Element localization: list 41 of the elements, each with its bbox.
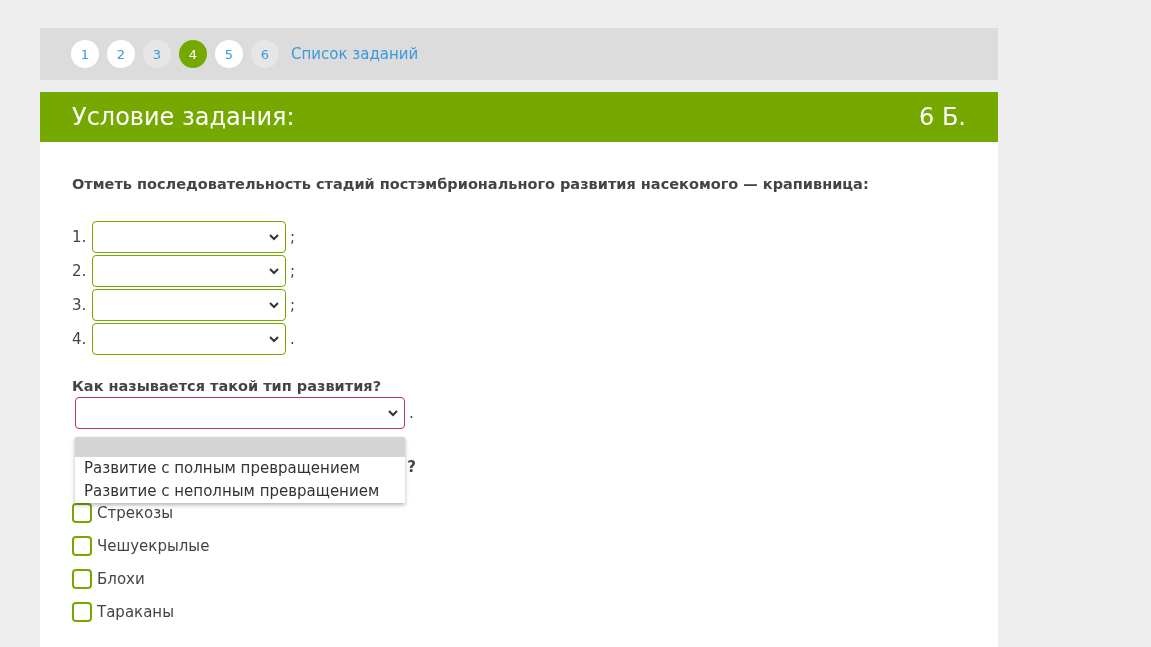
chevron-icon	[269, 335, 279, 343]
chevron-icon	[269, 301, 279, 309]
checkbox[interactable]	[72, 568, 92, 589]
checkbox-label: Чешуекрылые	[97, 536, 210, 555]
punctuation: .	[409, 404, 414, 422]
page-button[interactable]: 4	[179, 40, 207, 68]
item-number: 3.	[72, 296, 88, 314]
checkbox-label: Тараканы	[97, 602, 174, 621]
item-number: 4.	[72, 330, 88, 348]
punctuation: .	[290, 330, 295, 348]
select-field[interactable]	[92, 255, 286, 287]
question-text: Как называется такой тип развития?	[72, 378, 383, 394]
item-number: 2.	[72, 262, 88, 280]
page-button[interactable]: 6	[251, 40, 279, 68]
checkbox[interactable]	[72, 502, 92, 523]
dropdown-option[interactable]: Развитие с полным превращением	[75, 457, 405, 480]
points-label: 6 Б.	[919, 103, 966, 131]
punctuation: ;	[290, 228, 296, 246]
task-list-link[interactable]: Список заданий	[291, 45, 419, 63]
page-button[interactable]: 5	[215, 40, 243, 68]
select-field[interactable]	[92, 221, 286, 253]
header-title: Условие задания:	[72, 103, 295, 131]
checkbox[interactable]	[72, 601, 92, 622]
chevron-icon	[269, 267, 279, 275]
punctuation: ;	[290, 296, 296, 314]
checkbox-label: Стрекозы	[97, 503, 174, 522]
select-field[interactable]	[92, 289, 286, 321]
page-button[interactable]: 2	[107, 40, 135, 68]
punctuation: ;	[290, 262, 296, 280]
checkbox[interactable]	[72, 535, 92, 556]
dropdown-option[interactable]: Развитие с неполным превращением	[75, 480, 405, 503]
page-button[interactable]: 3	[143, 40, 171, 68]
question-text: Отметь последовательность стадий постэмбрионального развития насекомого — крапивница:	[72, 176, 870, 192]
select-field[interactable]	[75, 397, 405, 429]
item-number: 1.	[72, 228, 88, 246]
chevron-icon	[269, 233, 279, 241]
page-button[interactable]: 1	[71, 40, 99, 68]
select-field[interactable]	[92, 323, 286, 355]
chevron-icon	[388, 409, 398, 417]
question-text: ?	[407, 458, 416, 478]
checkbox-label: Блохи	[97, 569, 145, 588]
